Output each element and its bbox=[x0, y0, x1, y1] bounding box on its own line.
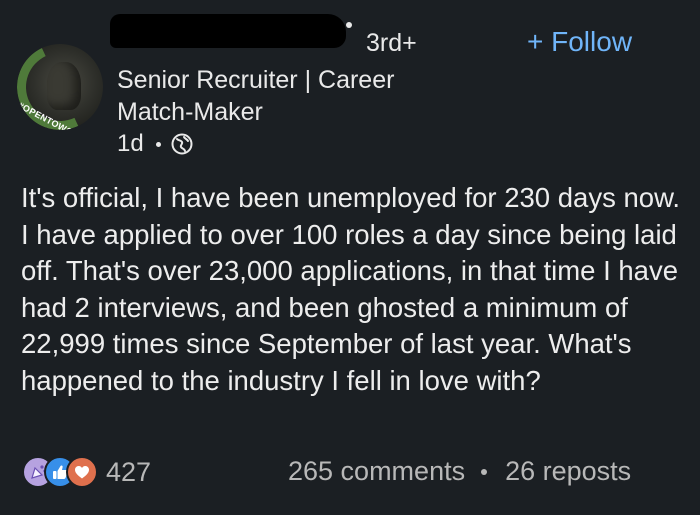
connection-degree: 3rd+ bbox=[366, 29, 417, 57]
reactions-count: 427 bbox=[106, 456, 152, 487]
reposts-link[interactable]: 26 reposts bbox=[505, 456, 631, 487]
post-body: It's official, I have been unemployed fo… bbox=[21, 182, 681, 396]
author-avatar[interactable]: #OPENTOWORK bbox=[17, 44, 103, 130]
name-separator-dot bbox=[346, 22, 352, 28]
love-icon bbox=[66, 456, 98, 488]
post-time: 1d bbox=[117, 130, 144, 157]
reactions-summary[interactable]: 427 bbox=[22, 456, 151, 488]
globe-icon bbox=[171, 133, 193, 155]
post-meta: 1d bbox=[117, 130, 193, 158]
feed-post: #OPENTOWORK 3rd+ + Follow Senior Recruit… bbox=[0, 0, 700, 515]
stats-separator-dot bbox=[481, 468, 488, 475]
open-to-work-frame bbox=[17, 44, 103, 130]
follow-button[interactable]: + Follow bbox=[527, 26, 632, 58]
comments-link[interactable]: 265 comments bbox=[288, 456, 465, 487]
meta-separator-dot bbox=[155, 141, 161, 147]
author-name-redacted[interactable] bbox=[110, 14, 346, 48]
author-headline: Senior Recruiter | Career Match-Maker bbox=[117, 66, 395, 126]
engagement-stats: 265 comments 26 reposts bbox=[288, 456, 631, 487]
